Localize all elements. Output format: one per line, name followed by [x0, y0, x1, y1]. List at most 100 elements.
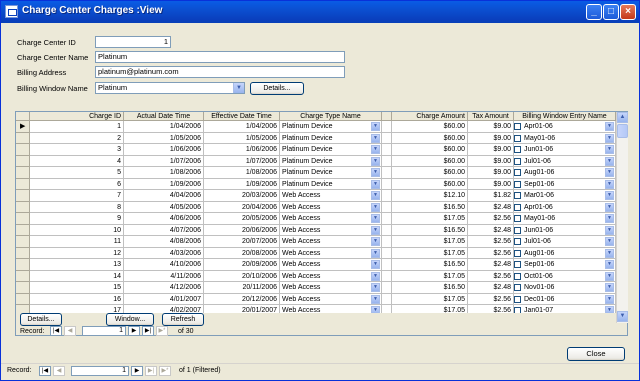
row-selector[interactable]: [16, 155, 30, 167]
cell-billing-window-entry[interactable]: Jun01-06 ▼: [514, 144, 616, 156]
chevron-down-icon[interactable]: ▼: [605, 283, 614, 292]
chevron-down-icon[interactable]: ▼: [233, 83, 244, 93]
billing-address-field[interactable]: platinum@platinum.com: [95, 66, 345, 78]
chevron-down-icon[interactable]: ▼: [371, 202, 380, 212]
prev-record-icon[interactable]: ◀: [64, 326, 76, 336]
table-row[interactable]: 15 4/12/2006 20/11/2006 Web Access ▼ $16.50 $2…: [16, 282, 616, 294]
cell-tax-amount[interactable]: $9.00: [468, 178, 514, 190]
chevron-down-icon[interactable]: ▼: [605, 225, 614, 235]
table-row[interactable]: 9 4/06/2006 20/05/2006 Web Access ▼ $17.05 $2.…: [16, 213, 616, 225]
table-row[interactable]: 13 4/10/2006 20/09/2006 Web Access ▼ $16.50 $2…: [16, 259, 616, 271]
chevron-down-icon[interactable]: ▼: [371, 179, 380, 189]
cell-charge-id[interactable]: 13: [30, 259, 124, 271]
chevron-down-icon[interactable]: ▼: [605, 179, 614, 189]
cell-charge-type[interactable]: Platinum Device ▼: [280, 155, 382, 167]
chevron-down-icon[interactable]: ▼: [605, 168, 614, 177]
cell-actual-date[interactable]: 1/07/2006: [124, 155, 204, 167]
grid-vertical-scrollbar[interactable]: ▲ ▼: [616, 112, 628, 323]
cell-blank[interactable]: [382, 167, 392, 179]
cell-effective-date[interactable]: 1/04/2006: [204, 121, 280, 133]
table-row[interactable]: 6 1/09/2006 1/09/2006 Platinum Device ▼ $60.0…: [16, 178, 616, 190]
cell-charge-id[interactable]: 17: [30, 305, 124, 313]
cell-charge-amount[interactable]: $17.05: [392, 236, 468, 248]
cell-blank[interactable]: [382, 190, 392, 202]
chevron-down-icon[interactable]: ▼: [605, 248, 614, 258]
cell-charge-type[interactable]: Web Access ▼: [280, 259, 382, 271]
chevron-down-icon[interactable]: ▼: [371, 225, 380, 235]
table-row[interactable]: 7 4/04/2006 20/03/2006 Web Access ▼ $12.10 $1.…: [16, 190, 616, 202]
row-checkbox[interactable]: [514, 134, 521, 142]
last-record-icon[interactable]: ▶|: [142, 326, 154, 336]
cell-effective-date[interactable]: 1/05/2006: [204, 132, 280, 144]
chevron-down-icon[interactable]: ▼: [371, 168, 380, 177]
cell-charge-id[interactable]: 3: [30, 144, 124, 156]
cell-actual-date[interactable]: 4/01/2007: [124, 293, 204, 305]
cell-charge-type[interactable]: Web Access ▼: [280, 213, 382, 225]
cell-blank[interactable]: [382, 293, 392, 305]
cell-actual-date[interactable]: 4/07/2006: [124, 224, 204, 236]
chevron-down-icon[interactable]: ▼: [605, 191, 614, 200]
cell-effective-date[interactable]: 20/01/2007: [204, 305, 280, 313]
cell-billing-window-entry[interactable]: Sep01-06 ▼: [514, 178, 616, 190]
cell-charge-amount[interactable]: $60.00: [392, 132, 468, 144]
cell-charge-type[interactable]: Web Access ▼: [280, 236, 382, 248]
cell-actual-date[interactable]: 1/06/2006: [124, 144, 204, 156]
cell-charge-id[interactable]: 4: [30, 155, 124, 167]
cell-charge-type[interactable]: Web Access ▼: [280, 201, 382, 213]
cell-tax-amount[interactable]: $9.00: [468, 167, 514, 179]
row-selector[interactable]: [16, 178, 30, 190]
cell-charge-amount[interactable]: $17.05: [392, 213, 468, 225]
chevron-down-icon[interactable]: ▼: [371, 248, 380, 258]
row-selector[interactable]: [16, 167, 30, 179]
cell-charge-type[interactable]: Platinum Device ▼: [280, 132, 382, 144]
cell-tax-amount[interactable]: $2.48: [468, 282, 514, 294]
table-row[interactable]: 14 4/11/2006 20/10/2006 Web Access ▼ $17.05 $2…: [16, 270, 616, 282]
cell-blank[interactable]: [382, 282, 392, 294]
chevron-down-icon[interactable]: ▼: [605, 306, 614, 313]
cell-billing-window-entry[interactable]: Jul01-06 ▼: [514, 155, 616, 167]
table-row[interactable]: 3 1/06/2006 1/06/2006 Platinum Device ▼ $60.0…: [16, 144, 616, 156]
cell-effective-date[interactable]: 1/07/2006: [204, 155, 280, 167]
cell-tax-amount[interactable]: $2.56: [468, 293, 514, 305]
cell-actual-date[interactable]: 4/04/2006: [124, 190, 204, 202]
billing-window-name-dropdown[interactable]: Platinum ▼: [95, 82, 245, 94]
cell-billing-window-entry[interactable]: Jul01-06 ▼: [514, 236, 616, 248]
row-checkbox[interactable]: [514, 249, 521, 257]
main-new-record-icon[interactable]: ▶*: [159, 366, 171, 376]
cell-charge-type[interactable]: Web Access ▼: [280, 270, 382, 282]
cell-effective-date[interactable]: 20/11/2006: [204, 282, 280, 294]
cell-actual-date[interactable]: 4/06/2006: [124, 213, 204, 225]
cell-billing-window-entry[interactable]: Oct01-06 ▼: [514, 270, 616, 282]
first-record-icon[interactable]: |◀: [50, 326, 62, 336]
main-first-record-icon[interactable]: |◀: [39, 366, 51, 376]
row-checkbox[interactable]: [514, 123, 521, 130]
cell-billing-window-entry[interactable]: Apr01-06 ▼: [514, 201, 616, 213]
cell-charge-amount[interactable]: $60.00: [392, 155, 468, 167]
row-checkbox[interactable]: [514, 192, 521, 199]
cell-effective-date[interactable]: 20/04/2006: [204, 201, 280, 213]
table-row[interactable]: 2 1/05/2006 1/05/2006 Platinum Device ▼ $60.0…: [16, 132, 616, 144]
cell-blank[interactable]: [382, 236, 392, 248]
cell-charge-amount[interactable]: $17.05: [392, 293, 468, 305]
cell-charge-amount[interactable]: $12.10: [392, 190, 468, 202]
cell-tax-amount[interactable]: $2.56: [468, 236, 514, 248]
col-header-billing-window-entry[interactable]: Billing Window Entry Name: [514, 112, 616, 121]
row-checkbox[interactable]: [514, 295, 521, 303]
row-checkbox[interactable]: [514, 215, 521, 222]
maximize-icon[interactable]: □: [603, 4, 619, 20]
cell-charge-id[interactable]: 6: [30, 178, 124, 190]
row-selector[interactable]: [16, 247, 30, 259]
chevron-down-icon[interactable]: ▼: [371, 156, 380, 166]
subform-record-number-input[interactable]: 1: [82, 326, 126, 336]
cell-charge-amount[interactable]: $60.00: [392, 167, 468, 179]
main-prev-record-icon[interactable]: ◀: [53, 366, 65, 376]
row-selector[interactable]: [16, 190, 30, 202]
cell-billing-window-entry[interactable]: Aug01-06 ▼: [514, 247, 616, 259]
minimize-icon[interactable]: _: [586, 4, 602, 20]
cell-charge-id[interactable]: 7: [30, 190, 124, 202]
cell-effective-date[interactable]: 20/06/2006: [204, 224, 280, 236]
col-header-charge-amount[interactable]: Charge Amount: [392, 112, 468, 121]
cell-tax-amount[interactable]: $2.48: [468, 259, 514, 271]
cell-actual-date[interactable]: 4/12/2006: [124, 282, 204, 294]
cell-tax-amount[interactable]: $2.56: [468, 213, 514, 225]
